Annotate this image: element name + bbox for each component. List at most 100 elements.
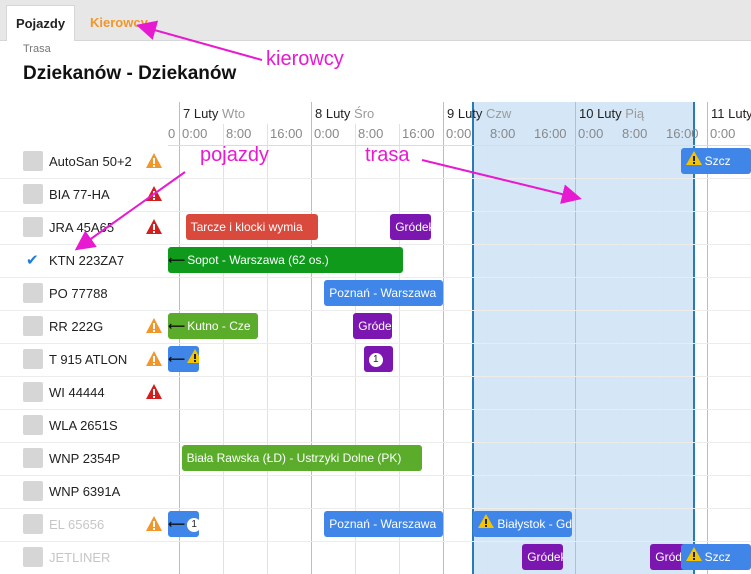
day-weekday: Śro: [354, 106, 375, 121]
hour-label: 0: [168, 126, 176, 141]
route-bar[interactable]: ⟵: [168, 346, 199, 372]
hour-gridline: [267, 124, 268, 574]
timeline: 7 Luty Wto 8 Luty Śro 9 Luty Czw 10 Luty Pi…: [0, 102, 751, 574]
hour-gridline: [663, 124, 664, 574]
row-separator: [0, 541, 751, 542]
hour-gridline: [619, 124, 620, 574]
vehicle-checkbox[interactable]: [23, 283, 43, 303]
hour-label: 8:00: [226, 126, 252, 141]
vehicle-checkbox[interactable]: ✔: [23, 250, 43, 270]
hour-label: 0:00: [578, 126, 604, 141]
vehicle-checkbox[interactable]: [23, 448, 43, 468]
annotation-trasa: trasa: [365, 144, 410, 166]
vehicle-name[interactable]: BIA 77-HA: [49, 187, 110, 202]
day-number: 10 Luty: [579, 106, 622, 121]
day-gridline: [443, 102, 444, 574]
row-separator: [0, 442, 751, 443]
day-number: 9 Luty: [447, 106, 483, 121]
row-separator: [0, 508, 751, 509]
route-bar[interactable]: Poznań - Warszawa: [324, 280, 443, 306]
row-separator: [0, 376, 751, 377]
hour-gridline: [531, 124, 532, 574]
route-highlight: [472, 102, 695, 574]
warning-icon: [145, 515, 163, 533]
row-separator: [0, 178, 751, 179]
route-bar[interactable]: 1: [363, 346, 393, 372]
route-bar[interactable]: Gródek: [353, 313, 392, 339]
route-bar-label: Szcz: [704, 154, 731, 168]
route-bar[interactable]: ⟵ Sopot - Warszawa (62 os.): [168, 247, 404, 273]
annotation-pojazdy: pojazdy: [200, 144, 269, 166]
vehicle-name[interactable]: RR 222G: [49, 319, 103, 334]
tab-pojazdy[interactable]: Pojazdy: [6, 5, 75, 41]
vehicle-checkbox[interactable]: [23, 349, 43, 369]
vehicle-name[interactable]: EL 65656: [49, 517, 104, 532]
vehicle-checkbox[interactable]: [23, 382, 43, 402]
hour-label: 0:00: [182, 126, 208, 141]
route-bar-label: Tarcze i klocki wymia: [190, 220, 303, 234]
route-bar[interactable]: Biała Rawska (ŁD) - Ustrzyki Dolne (PK): [181, 445, 422, 471]
hour-label: 8:00: [622, 126, 648, 141]
vehicle-name[interactable]: JRA 45A65: [49, 220, 114, 235]
route-bar[interactable]: Gródek: [522, 544, 564, 570]
route-start-marker: [472, 102, 474, 574]
route-bar-label: Sopot - Warszawa (62 os.): [187, 253, 329, 267]
row-separator: [0, 409, 751, 410]
row-separator: [0, 211, 751, 212]
route-bar[interactable]: Poznań - Warszawa: [324, 511, 443, 537]
day-weekday: Pią: [625, 106, 645, 121]
vehicle-name[interactable]: WLA 2651S: [49, 418, 118, 433]
day-gridline: [575, 102, 576, 574]
hour-gridline: [399, 124, 400, 574]
route-bar[interactable]: ⟵ Kutno - Cze: [168, 313, 259, 339]
checkmark-icon: ✔: [26, 252, 39, 269]
vehicle-name[interactable]: T 915 ATLON: [49, 352, 127, 367]
vehicle-checkbox[interactable]: [23, 316, 43, 336]
error-warning-icon: [145, 383, 163, 401]
warning-icon: [478, 512, 495, 537]
route-bar[interactable]: Białystok - Gd: [473, 511, 573, 537]
day-weekday: Wto: [222, 106, 246, 121]
route-bar[interactable]: Gródek: [390, 214, 432, 240]
hour-label: 0:00: [710, 126, 736, 141]
route-bar[interactable]: Tarcze i klocki wymia: [185, 214, 318, 240]
route-bar-label: Poznań - Warszawa: [329, 286, 437, 300]
row-separator: [0, 475, 751, 476]
error-warning-icon: [145, 185, 163, 203]
route-bar-label: Poznań - Warszawa: [329, 517, 437, 531]
vehicle-name[interactable]: KTN 223ZA7: [49, 253, 124, 268]
vehicle-name[interactable]: WNP 2354P: [49, 451, 120, 466]
vehicle-checkbox[interactable]: [23, 547, 43, 567]
vehicle-name[interactable]: WI 44444: [49, 385, 105, 400]
vehicle-checkbox[interactable]: [23, 514, 43, 534]
vehicle-name[interactable]: PO 77788: [49, 286, 108, 301]
vehicle-checkbox[interactable]: [23, 217, 43, 237]
hour-gridline: [487, 124, 488, 574]
hour-label: 0:00: [446, 126, 472, 141]
vehicle-name[interactable]: WNP 6391A: [49, 484, 120, 499]
day-label: 8 Luty Śro: [315, 106, 374, 121]
vehicle-name[interactable]: AutoSan 50+2: [49, 154, 132, 169]
continues-left-icon: ⟵: [168, 352, 186, 366]
count-badge: 1: [368, 352, 383, 367]
warning-icon: [145, 317, 163, 335]
day-number: 8 Luty: [315, 106, 351, 121]
route-bar-label: Gródek: [358, 319, 392, 333]
vehicle-checkbox[interactable]: [23, 151, 43, 171]
route-bar-label: Białystok - Gd: [497, 517, 573, 531]
warning-icon: [187, 347, 199, 372]
day-label: 7 Luty Wto: [183, 106, 245, 121]
tab-kierowcy[interactable]: Kierowcy: [78, 5, 160, 41]
route-bar[interactable]: Szcz: [680, 148, 751, 174]
hour-label: 8:00: [358, 126, 384, 141]
route-bar[interactable]: ⟵ 1: [168, 511, 199, 537]
row-separator: [0, 310, 751, 311]
route-bar-label: Biała Rawska (ŁD) - Ustrzyki Dolne (PK): [186, 451, 402, 465]
vehicle-checkbox[interactable]: [23, 481, 43, 501]
route-bar-label: Gródek: [527, 550, 564, 564]
vehicle-checkbox[interactable]: [23, 415, 43, 435]
vehicle-checkbox[interactable]: [23, 184, 43, 204]
vehicle-name[interactable]: JETLINER: [49, 550, 110, 565]
hour-label: 16:00: [402, 126, 435, 141]
route-bar[interactable]: Szcz: [680, 544, 751, 570]
